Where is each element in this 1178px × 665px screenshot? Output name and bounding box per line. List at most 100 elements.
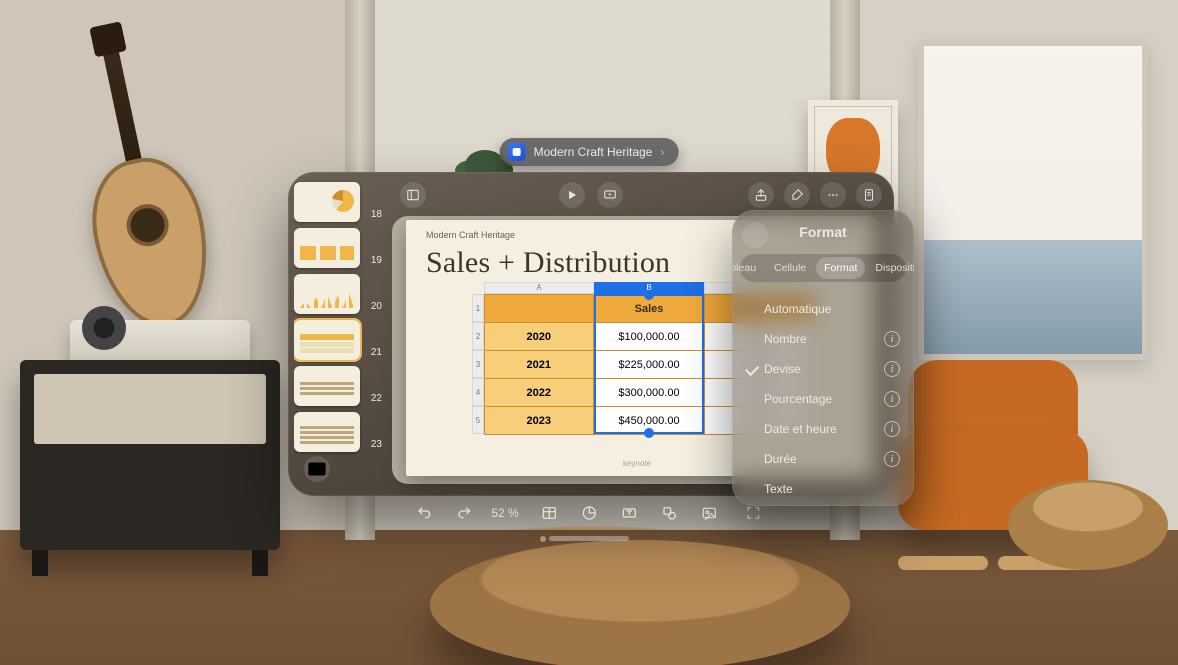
more-button[interactable]	[820, 182, 846, 208]
play-icon	[565, 188, 579, 202]
info-icon[interactable]	[884, 391, 900, 407]
room-window	[918, 40, 1148, 360]
row-number[interactable]: 5	[472, 406, 484, 434]
format-option-texte[interactable]: Texte	[738, 474, 908, 504]
slide-number: 19	[364, 255, 382, 268]
slide-thumb-20[interactable]: 20	[294, 274, 382, 314]
format-option-date-heure[interactable]: Date et heure	[738, 414, 908, 444]
play-button[interactable]	[559, 182, 585, 208]
shape-icon	[662, 505, 678, 521]
slide-thumb-18[interactable]: 18	[294, 182, 382, 222]
option-label: Date et heure	[764, 422, 837, 436]
document-title: Modern Craft Heritage	[534, 145, 653, 159]
undo-icon	[416, 505, 432, 521]
side-table	[1008, 480, 1168, 570]
row-number[interactable]: 1	[472, 294, 484, 322]
redo-button[interactable]	[451, 500, 477, 526]
insert-media-button[interactable]	[697, 500, 723, 526]
slide-thumb-22[interactable]: 22	[294, 366, 382, 406]
add-slide-button[interactable]	[304, 456, 330, 482]
col-letter-a[interactable]: A	[484, 282, 594, 294]
window-title-pill[interactable]: Modern Craft Heritage ›	[500, 138, 679, 166]
col-letter-b[interactable]: B	[594, 282, 704, 294]
info-icon[interactable]	[884, 331, 900, 347]
option-label: Texte	[764, 482, 793, 496]
undo-button[interactable]	[411, 500, 437, 526]
thumbnail	[294, 274, 360, 314]
chart-icon	[582, 505, 598, 521]
cell-year[interactable]: 2021	[485, 351, 594, 379]
info-icon[interactable]	[884, 421, 900, 437]
panel-close-button[interactable]	[742, 222, 768, 248]
format-paintbrush-button[interactable]	[784, 182, 810, 208]
close-icon	[742, 222, 768, 248]
cell-sales[interactable]: $450,000.00	[593, 407, 705, 435]
header-cell[interactable]: Sales	[593, 295, 705, 323]
coffee-table	[430, 540, 850, 665]
window-resize-dot[interactable]	[540, 536, 546, 542]
option-label: Durée	[764, 452, 797, 466]
rehearse-button[interactable]	[597, 182, 623, 208]
document-settings-button[interactable]	[856, 182, 882, 208]
slide-navigator[interactable]: 18 19 20 21 22 23	[294, 178, 386, 490]
option-label: Pourcentage	[764, 392, 832, 406]
slide-thumb-21[interactable]: 21	[294, 320, 382, 360]
zoom-level[interactable]: 52 %	[491, 506, 518, 520]
format-option-devise[interactable]: Devise	[738, 354, 908, 384]
format-option-nombre[interactable]: Nombre	[738, 324, 908, 354]
format-panel: Format Tableau Cellule Format Dispositio…	[732, 210, 914, 506]
toolbar-left	[400, 182, 426, 208]
guitar	[30, 28, 239, 353]
table-row-numbers[interactable]: 1 2 3 4 5	[472, 294, 484, 434]
window-grabber[interactable]	[549, 536, 629, 541]
slide-number: 23	[364, 439, 382, 452]
sidebar-icon	[406, 188, 420, 202]
thumbnail	[294, 320, 360, 360]
tab-format[interactable]: Format	[816, 257, 865, 279]
table-icon	[542, 505, 558, 521]
tab-disposition[interactable]: Disposition	[867, 257, 914, 279]
cell-year[interactable]: 2023	[485, 407, 594, 435]
insert-chart-button[interactable]	[577, 500, 603, 526]
image-icon	[702, 505, 718, 521]
share-button[interactable]	[748, 182, 774, 208]
presenter-display-icon	[603, 188, 617, 202]
cell-year[interactable]: 2020	[485, 323, 594, 351]
canvas-bottom-toolbar: 52 %	[411, 500, 766, 526]
cell-year[interactable]: 2022	[485, 379, 594, 407]
insert-shape-button[interactable]	[657, 500, 683, 526]
row-number[interactable]: 4	[472, 378, 484, 406]
keynote-app-icon	[508, 143, 526, 161]
media-console	[20, 360, 280, 550]
slide-header-left: Modern Craft Heritage	[426, 230, 515, 240]
slide-number: 20	[364, 301, 382, 314]
cell-sales[interactable]: $100,000.00	[593, 323, 705, 351]
thumbnail	[294, 412, 360, 452]
insert-table-button[interactable]	[537, 500, 563, 526]
row-number[interactable]: 2	[472, 322, 484, 350]
cell-sales[interactable]: $225,000.00	[593, 351, 705, 379]
redo-icon	[456, 505, 472, 521]
slide-thumb-19[interactable]: 19	[294, 228, 382, 268]
option-label: Nombre	[764, 332, 807, 346]
row-number[interactable]: 3	[472, 350, 484, 378]
textbox-icon	[622, 505, 638, 521]
room-background: Modern Craft Heritage ›	[0, 0, 1178, 665]
slide-thumb-23[interactable]: 23	[294, 412, 382, 452]
format-option-automatique[interactable]: Automatique	[738, 294, 908, 324]
tab-tableau[interactable]: Tableau	[732, 257, 764, 279]
info-icon[interactable]	[884, 451, 900, 467]
paintbrush-icon	[790, 188, 804, 202]
info-icon[interactable]	[884, 361, 900, 377]
tab-cellule[interactable]: Cellule	[766, 257, 814, 279]
format-option-duree[interactable]: Durée	[738, 444, 908, 474]
header-cell[interactable]	[485, 295, 594, 323]
panel-tabs: Tableau Cellule Format Disposition	[740, 254, 906, 282]
option-label: Devise	[764, 362, 801, 376]
insert-text-button[interactable]	[617, 500, 643, 526]
format-option-pourcentage[interactable]: Pourcentage	[738, 384, 908, 414]
option-label: Automatique	[764, 302, 831, 316]
expand-icon	[746, 505, 762, 521]
cell-sales[interactable]: $300,000.00	[593, 379, 705, 407]
sidebar-toggle-button[interactable]	[400, 182, 426, 208]
